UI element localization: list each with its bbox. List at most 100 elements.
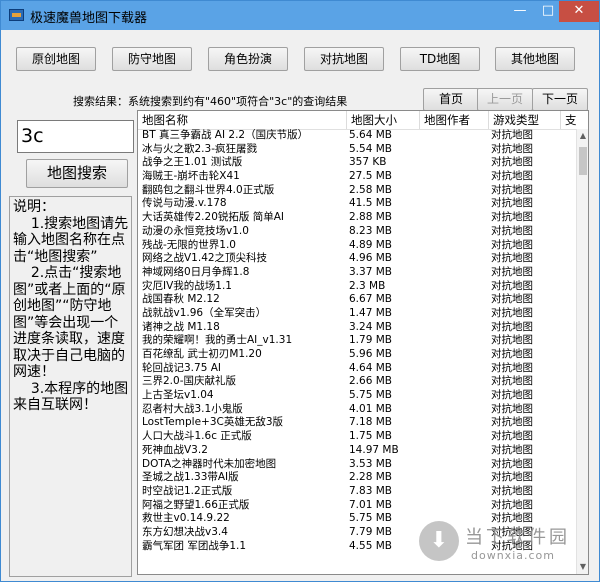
cell-map-size: 5.64 MB xyxy=(349,129,392,141)
table-row[interactable]: BT 真三争霸战 AI 2.2（国庆节版） 5.64 MB 对抗地图 xyxy=(138,129,576,143)
cell-map-size: 8.23 MB xyxy=(349,224,392,237)
table-row[interactable]: 我的荣耀啊！我的勇士AI_v1.31 1.79 MB 对抗地图 xyxy=(138,334,576,348)
table-row[interactable]: 阿福之野望1.66正式版 7.01 MB 对抗地图 xyxy=(138,499,576,513)
column-header-support[interactable]: 支 xyxy=(561,111,588,129)
cell-game-type: 对抗地图 xyxy=(491,389,533,402)
table-row[interactable]: 战国春秋 M2.12 6.67 MB 对抗地图 xyxy=(138,293,576,307)
cell-game-type: 对抗地图 xyxy=(491,129,533,141)
table-row[interactable]: 战就战v1.96（全军突击） 1.47 MB 对抗地图 xyxy=(138,307,576,321)
column-header-size[interactable]: 地图大小 xyxy=(347,111,420,129)
cell-map-size: 5.75 MB xyxy=(349,389,392,402)
cell-game-type: 对抗地图 xyxy=(491,471,533,484)
cell-map-size: 3.24 MB xyxy=(349,320,392,333)
cell-map-size: 3.53 MB xyxy=(349,457,392,470)
cell-map-size: 5.96 MB xyxy=(349,348,392,360)
nav-td-maps-button[interactable]: TD地图 xyxy=(400,47,480,71)
table-row[interactable]: DOTA之神器时代未加密地图 3.53 MB 对抗地图 xyxy=(138,458,576,472)
cell-map-name: 神域网络0日月争辉1.8 xyxy=(142,265,250,278)
map-search-button[interactable]: 地图搜索 xyxy=(26,159,128,188)
cell-game-type: 对抗地图 xyxy=(491,252,533,265)
column-header-author[interactable]: 地图作者 xyxy=(420,111,489,129)
minimize-button[interactable]: — xyxy=(506,1,534,22)
scroll-up-arrow-icon[interactable]: ▲ xyxy=(578,131,588,141)
cell-game-type: 对抗地图 xyxy=(491,279,533,292)
table-row[interactable]: 忍者村大战3.1小鬼版 4.01 MB 对抗地图 xyxy=(138,403,576,417)
cell-game-type: 对抗地图 xyxy=(491,306,533,319)
cell-game-type: 对抗地图 xyxy=(491,320,533,333)
table-row[interactable]: 上古圣坛v1.04 5.75 MB 对抗地图 xyxy=(138,389,576,403)
table-row[interactable]: 冰与火之歌2.3-疯狂屠戮 5.54 MB 对抗地图 xyxy=(138,143,576,157)
cell-map-size: 1.75 MB xyxy=(349,430,392,443)
table-row[interactable]: 海贼王-崩坏击轮X41 27.5 MB 对抗地图 xyxy=(138,170,576,184)
table-row[interactable]: 圣城之战1.33带AI版 2.28 MB 对抗地图 xyxy=(138,471,576,485)
cell-map-size: 3.37 MB xyxy=(349,265,392,278)
nav-defense-maps-button[interactable]: 防守地图 xyxy=(112,47,192,71)
first-page-button[interactable]: 首页 xyxy=(423,88,479,111)
cell-game-type: 对抗地图 xyxy=(491,211,533,224)
table-row[interactable]: 三界2.0-国庆献礼版 2.66 MB 对抗地图 xyxy=(138,375,576,389)
table-row[interactable]: 残战-无限的世界1.0 4.89 MB 对抗地图 xyxy=(138,239,576,253)
table-row[interactable]: 神域网络0日月争辉1.8 3.37 MB 对抗地图 xyxy=(138,266,576,280)
table-row[interactable]: 时空战记1.2正式版 7.83 MB 对抗地图 xyxy=(138,485,576,499)
cell-map-name: 残战-无限的世界1.0 xyxy=(142,238,236,251)
search-status-text: 搜索结果：系统搜索到约有"460"项符合"3c"的查询结果 xyxy=(73,95,348,108)
table-row[interactable]: 灾厄IV我的战场1.1 2.3 MB 对抗地图 xyxy=(138,280,576,294)
table-row[interactable]: 人口大战斗1.6c 正式版 1.75 MB 对抗地图 xyxy=(138,430,576,444)
map-list[interactable]: 地图名称 地图大小 地图作者 游戏类型 支 BT 真三争霸战 AI 2.2（国庆… xyxy=(137,110,589,575)
watermark: ⬇ 当下软件园 downxia.com xyxy=(419,513,589,573)
table-row[interactable]: 大话英雄传2.20锐拓版 简单AI 2.88 MB 对抗地图 xyxy=(138,211,576,225)
cell-map-size: 7.18 MB xyxy=(349,416,392,429)
table-row[interactable]: 翻鸥包之翻斗世界4.0正式版 2.58 MB 对抗地图 xyxy=(138,184,576,198)
prev-page-button[interactable]: 上一页 xyxy=(477,88,533,111)
table-row[interactable]: 百花缭乱 武士初刃M1.20 5.96 MB 对抗地图 xyxy=(138,348,576,362)
cell-map-size: 4.55 MB xyxy=(349,539,392,552)
cell-map-size: 2.58 MB xyxy=(349,183,392,196)
cell-map-size: 14.97 MB xyxy=(349,443,399,456)
close-button[interactable]: ✕ xyxy=(559,1,599,22)
search-input[interactable]: 3c xyxy=(17,120,134,153)
cell-game-type: 对抗地图 xyxy=(491,443,533,456)
table-row[interactable]: 动漫の永恒竞技场v1.0 8.23 MB 对抗地图 xyxy=(138,225,576,239)
cell-map-name: 圣城之战1.33带AI版 xyxy=(142,471,239,484)
table-row[interactable]: 战争之王1.01 测试版 357 KB 对抗地图 xyxy=(138,156,576,170)
cell-map-name: 网络之战V1.42之顶尖科技 xyxy=(142,252,268,265)
cell-map-size: 6.67 MB xyxy=(349,293,392,306)
cell-map-name: 忍者村大战3.1小鬼版 xyxy=(142,402,243,415)
next-page-button[interactable]: 下一页 xyxy=(532,88,588,111)
cell-map-name: 东方幻想决战v3.4 xyxy=(142,525,228,538)
table-row[interactable]: 诸神之战 M1.18 3.24 MB 对抗地图 xyxy=(138,321,576,335)
maximize-button[interactable]: □ xyxy=(534,1,562,22)
cell-game-type: 对抗地图 xyxy=(491,334,533,347)
list-rows: BT 真三争霸战 AI 2.2（国庆节版） 5.64 MB 对抗地图 冰与火之歌2.3… xyxy=(138,129,576,553)
cell-map-name: 百花缭乱 武士初刃M1.20 xyxy=(142,348,262,360)
app-window: 极速魔兽地图下载器 — □ ✕ 原创地图 防守地图 角色扮演 对抗地图 TD地图… xyxy=(0,0,600,582)
cell-map-size: 4.89 MB xyxy=(349,238,392,251)
nav-rpg-maps-button[interactable]: 角色扮演 xyxy=(208,47,288,71)
column-header-name[interactable]: 地图名称 xyxy=(138,111,347,129)
cell-map-size: 2.66 MB xyxy=(349,375,392,388)
table-row[interactable]: 传说与动漫.v.178 41.5 MB 对抗地图 xyxy=(138,197,576,211)
column-header-type[interactable]: 游戏类型 xyxy=(489,111,561,129)
table-row[interactable]: 死神血战V3.2 14.97 MB 对抗地图 xyxy=(138,444,576,458)
cell-map-name: 动漫の永恒竞技场v1.0 xyxy=(142,224,249,237)
scrollbar-thumb[interactable] xyxy=(579,147,587,175)
cell-map-name: 战争之王1.01 测试版 xyxy=(142,156,243,169)
cell-game-type: 对抗地图 xyxy=(491,156,533,169)
table-row[interactable]: LostTemple+3C英雄无敌3版 7.18 MB 对抗地图 xyxy=(138,416,576,430)
cell-map-name: 救世主v0.14.9.22 xyxy=(142,512,230,525)
cell-game-type: 对抗地图 xyxy=(491,430,533,443)
help-text: 说明： 1.搜索地图请先输入地图名称在点击“地图搜索” 2.点击“搜索地图”或者… xyxy=(9,196,132,577)
cell-map-name: 大话英雄传2.20锐拓版 简单AI xyxy=(142,211,284,224)
cell-game-type: 对抗地图 xyxy=(491,484,533,497)
table-row[interactable]: 轮回战记3.75 AI 4.64 MB 对抗地图 xyxy=(138,362,576,376)
nav-original-maps-button[interactable]: 原创地图 xyxy=(16,47,96,71)
watermark-name: 当下软件园 xyxy=(465,527,570,548)
nav-other-maps-button[interactable]: 其他地图 xyxy=(495,47,575,71)
vertical-scrollbar[interactable]: ▲ ▼ xyxy=(576,129,588,574)
cell-game-type: 对抗地图 xyxy=(491,402,533,415)
nav-versus-maps-button[interactable]: 对抗地图 xyxy=(304,47,384,71)
cell-game-type: 对抗地图 xyxy=(491,265,533,278)
download-arrow-icon: ⬇ xyxy=(419,521,459,561)
table-row[interactable]: 网络之战V1.42之顶尖科技 4.96 MB 对抗地图 xyxy=(138,252,576,266)
cell-map-size: 7.83 MB xyxy=(349,484,392,497)
